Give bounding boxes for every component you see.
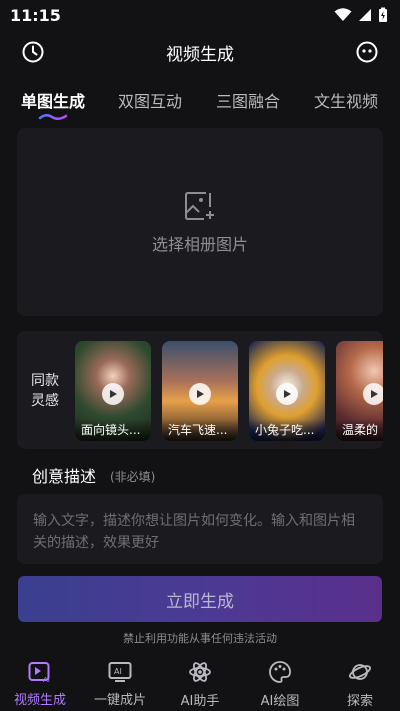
tab-dual-image[interactable]: 双图互动 bbox=[118, 88, 182, 112]
status-time: 11:15 bbox=[10, 5, 61, 25]
svg-text:AI: AI bbox=[114, 667, 122, 676]
header: 视频生成 bbox=[0, 34, 400, 70]
nav-ai-assistant[interactable]: AI助手 bbox=[160, 656, 240, 709]
history-button[interactable] bbox=[19, 38, 47, 66]
inspiration-card[interactable]: 温柔的 bbox=[336, 341, 383, 441]
palette-icon bbox=[267, 660, 293, 684]
play-icon bbox=[102, 383, 124, 405]
nav-one-click-clip[interactable]: AI 一键成片 bbox=[80, 656, 160, 708]
tab-triple-image[interactable]: 三图融合 bbox=[216, 88, 280, 112]
profile-button[interactable] bbox=[353, 38, 381, 66]
inspiration-label: 同款 灵感 bbox=[31, 373, 59, 409]
image-upload-area[interactable]: 选择相册图片 bbox=[17, 128, 383, 316]
nav-label: AI绘图 bbox=[260, 694, 300, 709]
signal-icon bbox=[359, 9, 371, 21]
description-title: 创意描述 bbox=[32, 467, 97, 486]
legal-notice: 禁止利用功能从事任何违法活动 bbox=[123, 632, 277, 645]
generate-button[interactable]: 立即生成 bbox=[18, 576, 382, 622]
svg-text:AI: AI bbox=[43, 676, 50, 683]
nav-label: 探索 bbox=[346, 694, 373, 709]
inspiration-caption: 面向镜头... bbox=[75, 419, 151, 441]
status-icons bbox=[334, 7, 388, 23]
inspiration-caption: 小兔子吃... bbox=[249, 419, 325, 441]
status-bar: 11:15 bbox=[0, 0, 400, 30]
nav-explore[interactable]: 探索 bbox=[320, 656, 400, 709]
play-icon bbox=[276, 383, 298, 405]
inspiration-caption: 温柔的 bbox=[336, 419, 383, 441]
inspiration-strip: 同款 灵感 面向镜头... 汽车飞速... 小兔子吃... 温柔的 bbox=[17, 331, 383, 449]
inspiration-card[interactable]: 汽车飞速... bbox=[162, 341, 238, 441]
inspiration-card[interactable]: 面向镜头... bbox=[75, 341, 151, 441]
nav-label: AI助手 bbox=[180, 694, 220, 709]
tab-text-to-video[interactable]: 文生视频 bbox=[314, 88, 378, 112]
wifi-icon bbox=[334, 8, 352, 21]
nav-ai-drawing[interactable]: AI绘图 bbox=[240, 656, 320, 709]
ai-clip-icon: AI bbox=[107, 660, 133, 683]
video-ai-icon: AI bbox=[27, 660, 53, 683]
add-image-icon bbox=[185, 192, 214, 220]
description-box bbox=[17, 494, 383, 564]
play-icon bbox=[189, 383, 211, 405]
page-title: 视频生成 bbox=[166, 44, 234, 65]
clock-icon bbox=[22, 41, 44, 63]
description-input[interactable] bbox=[17, 494, 383, 564]
inspiration-caption: 汽车飞速... bbox=[162, 419, 238, 441]
active-tab-indicator bbox=[38, 114, 68, 120]
atom-icon bbox=[187, 660, 213, 684]
nav-video-generate[interactable]: AI 视频生成 bbox=[0, 656, 80, 708]
tab-single-image[interactable]: 单图生成 bbox=[21, 88, 85, 112]
face-icon bbox=[356, 41, 378, 63]
nav-label: 视频生成 bbox=[13, 693, 66, 708]
planet-icon bbox=[347, 660, 373, 684]
description-optional-hint: (非必填) bbox=[110, 470, 156, 484]
inspiration-card[interactable]: 小兔子吃... bbox=[249, 341, 325, 441]
battery-icon bbox=[379, 7, 387, 22]
play-icon bbox=[363, 383, 383, 405]
nav-label: 一键成片 bbox=[93, 693, 146, 708]
upload-label: 选择相册图片 bbox=[151, 235, 248, 254]
bottom-nav: AI 视频生成 AI 一键成片 AI助手 AI绘图 探索 bbox=[0, 652, 400, 711]
mode-tabs: 单图生成 双图互动 三图融合 文生视频 bbox=[0, 84, 400, 124]
